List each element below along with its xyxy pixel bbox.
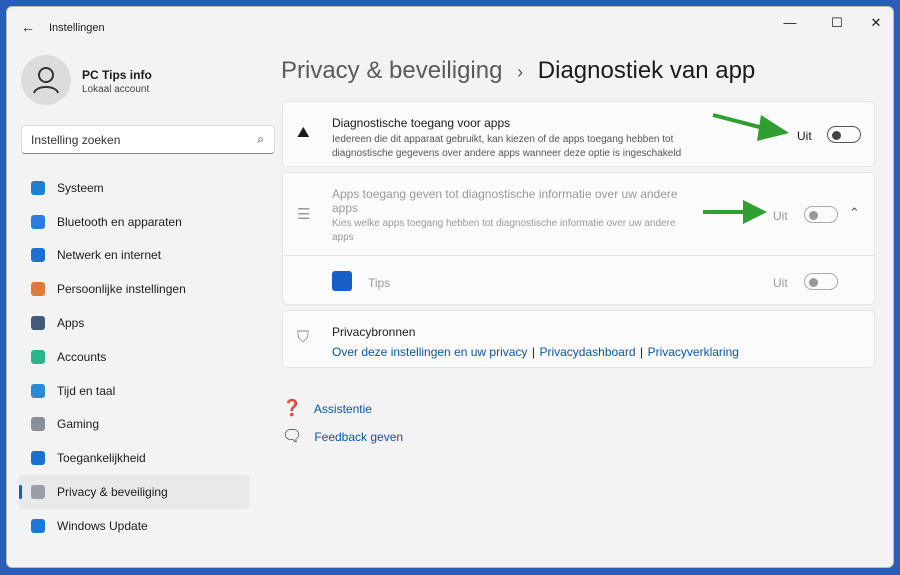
sidebar-icon bbox=[31, 316, 45, 331]
back-button[interactable]: ← bbox=[21, 19, 35, 35]
list-icon: ☰ bbox=[297, 206, 311, 223]
separator: | bbox=[531, 345, 536, 359]
sidebar-icon bbox=[31, 451, 45, 466]
about-privacy-link[interactable]: Over deze instellingen en uw privacy bbox=[332, 345, 527, 359]
privacy-dashboard-link[interactable]: Privacydashboard bbox=[539, 345, 635, 359]
tips-toggle[interactable] bbox=[804, 273, 838, 290]
sidebar-item-gaming[interactable]: Gaming bbox=[19, 408, 249, 442]
sidebar-item-persoonlijke-instellingen[interactable]: Persoonlijke instellingen bbox=[19, 272, 249, 306]
sidebar-icon bbox=[31, 282, 45, 297]
sidebar-icon bbox=[31, 383, 45, 398]
sidebar-item-label: Persoonlijke instellingen bbox=[57, 282, 186, 297]
arrow-annotation bbox=[711, 111, 791, 146]
sidebar-item-windows-update[interactable]: Windows Update bbox=[19, 509, 249, 543]
sidebar-item-tijd-en-taal[interactable]: Tijd en taal bbox=[19, 374, 249, 408]
sidebar-item-label: Tijd en taal bbox=[57, 383, 116, 398]
sidebar-item-bluetooth-en-apparaten[interactable]: Bluetooth en apparaten bbox=[19, 205, 249, 239]
help-link[interactable]: ❓ Assistentie bbox=[282, 398, 372, 418]
sidebar-item-label: Apps bbox=[57, 316, 85, 331]
privacy-title: Privacybronnen bbox=[332, 325, 416, 339]
sidebar-item-label: Privacy & beveiliging bbox=[57, 485, 168, 500]
sidebar-icon bbox=[31, 518, 45, 533]
close-button[interactable]: ✕ bbox=[861, 15, 891, 31]
sidebar-item-apps[interactable]: Apps bbox=[19, 306, 249, 340]
feedback-link[interactable]: 🗨 Feedback geven bbox=[282, 426, 403, 446]
search-icon: ⌕ bbox=[257, 132, 264, 146]
sidebar-item-label: Gaming bbox=[57, 417, 100, 432]
sidebar-item-netwerk-en-internet[interactable]: Netwerk en internet bbox=[19, 239, 249, 273]
setting-title: Diagnostische toegang voor apps bbox=[332, 116, 511, 130]
chevron-up-icon[interactable]: ⌃ bbox=[849, 205, 860, 221]
diagnostic-access-toggle[interactable] bbox=[827, 126, 861, 143]
privacy-statement-link[interactable]: Privacyverklaring bbox=[648, 345, 739, 359]
account-type: Lokaal account bbox=[82, 84, 150, 95]
setting-description: Iedereen die dit apparaat gebruikt, kan … bbox=[332, 134, 682, 159]
setting-description: Kies welke apps toegang hebben tot diagn… bbox=[332, 218, 676, 243]
sidebar-item-privacy-beveiliging[interactable]: Privacy & beveiliging bbox=[19, 475, 249, 509]
sidebar-item-label: Bluetooth en apparaten bbox=[57, 214, 182, 229]
title-bar: ← Instellingen — ☐ ✕ bbox=[7, 7, 893, 47]
user-icon bbox=[33, 67, 59, 94]
apps-access-card: ☰ Apps toegang geven tot diagnostische i… bbox=[282, 172, 875, 305]
privacy-resources-card: ⛉ Privacybronnen Over deze instellingen … bbox=[282, 310, 875, 368]
sidebar-item-accounts[interactable]: Accounts bbox=[19, 340, 249, 374]
toggle-state: Uit bbox=[773, 209, 788, 223]
app-title: Instellingen bbox=[49, 22, 105, 34]
minimize-button[interactable]: — bbox=[775, 15, 805, 30]
toggle-state: Uit bbox=[797, 129, 812, 143]
breadcrumb-parent[interactable]: Privacy & beveiliging bbox=[281, 57, 502, 84]
sidebar-item-systeem[interactable]: Systeem bbox=[19, 171, 249, 205]
sidebar-icon bbox=[31, 180, 45, 195]
apps-access-toggle[interactable] bbox=[804, 206, 838, 223]
sidebar-icon bbox=[31, 248, 45, 263]
toggle-state: Uit bbox=[773, 276, 788, 290]
feedback-icon: 🗨 bbox=[282, 428, 303, 445]
avatar[interactable] bbox=[21, 55, 71, 105]
separator: | bbox=[639, 345, 644, 359]
page-title: Diagnostiek van app bbox=[537, 57, 756, 84]
sidebar-item-label: Netwerk en internet bbox=[57, 248, 162, 263]
feedback-label: Feedback geven bbox=[314, 430, 404, 444]
user-name: PC Tips info bbox=[82, 68, 152, 82]
setting-title: Apps toegang geven tot diagnostische inf… bbox=[332, 187, 678, 215]
shield-icon: ⛉ bbox=[297, 329, 310, 346]
sidebar-icon bbox=[31, 214, 45, 229]
sidebar-item-label: Accounts bbox=[57, 349, 107, 364]
tips-app-icon bbox=[332, 271, 352, 291]
help-icon: ❓ bbox=[282, 400, 302, 417]
sidebar-item-toegankelijkheid[interactable]: Toegankelijkheid bbox=[19, 441, 249, 475]
maximize-button[interactable]: ☐ bbox=[822, 15, 852, 31]
help-label: Assistentie bbox=[313, 402, 372, 416]
search-placeholder: Instelling zoeken bbox=[31, 133, 121, 147]
app-name: Tips bbox=[368, 276, 391, 290]
sidebar-icon bbox=[31, 349, 45, 364]
arrow-annotation bbox=[701, 197, 771, 232]
sidebar-icon bbox=[31, 485, 45, 500]
breadcrumb: Privacy & beveiliging › Diagnostiek van … bbox=[281, 57, 755, 85]
chart-icon: ⛰ bbox=[297, 124, 310, 141]
sidebar-item-label: Windows Update bbox=[57, 518, 148, 533]
sidebar-icon bbox=[31, 417, 45, 432]
search-input[interactable]: Instelling zoeken ⌕ bbox=[21, 125, 275, 154]
sidebar-item-label: Toegankelijkheid bbox=[57, 451, 146, 466]
sidebar-item-label: Systeem bbox=[57, 180, 104, 195]
sidebar-nav: Systeem Bluetooth en apparaten Netwerk en … bbox=[19, 171, 249, 543]
settings-window: ← Instellingen — ☐ ✕ PC Tips info Lokaal… bbox=[6, 6, 894, 568]
breadcrumb-separator: › bbox=[517, 62, 524, 82]
